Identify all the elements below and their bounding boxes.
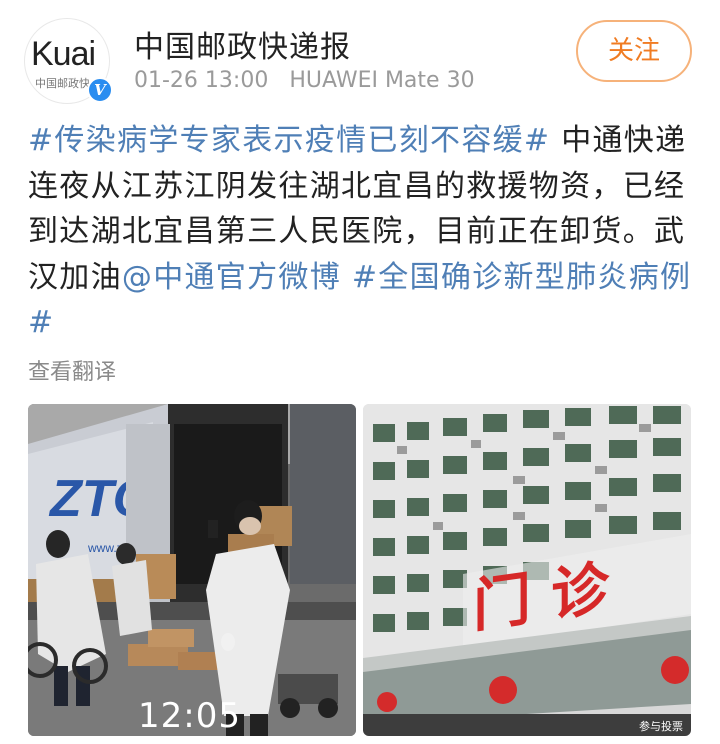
post-meta: 01-26 13:00 HUAWEI Mate 30 bbox=[134, 68, 489, 93]
post-device: HUAWEI Mate 30 bbox=[289, 68, 475, 93]
photo-hospital[interactable]: 门 诊 参与投票 bbox=[363, 404, 691, 736]
translate-button[interactable]: 查看翻译 bbox=[28, 354, 116, 386]
post-timestamp: 01-26 13:00 bbox=[134, 68, 269, 93]
follow-button[interactable]: 关注 bbox=[576, 20, 692, 82]
photo-time-overlay: 12:05 bbox=[138, 696, 241, 736]
post-header: Kuai 中国邮政快 V 中国邮政快递报 01-26 13:00 HUAWEI … bbox=[0, 0, 720, 112]
author-name[interactable]: 中国邮政快递报 bbox=[134, 22, 351, 66]
avatar[interactable]: Kuai 中国邮政快 V bbox=[24, 18, 113, 104]
post-body: #传染病学专家表示疫情已刻不容缓# 中通快递连夜从江苏江阴发往湖北宜昌的救援物资… bbox=[28, 118, 698, 346]
watermark-text: 参与投票 bbox=[639, 719, 683, 733]
photo-truck[interactable]: ZTO www.zto.com 12:05 bbox=[28, 404, 356, 736]
verified-badge-icon: V bbox=[87, 77, 113, 103]
avatar-logo: Kuai bbox=[31, 35, 96, 73]
avatar-subtitle: 中国邮政快 bbox=[35, 77, 90, 90]
truck-photo-image: ZTO www.zto.com bbox=[28, 404, 356, 736]
hashtag-link[interactable]: #传染病学专家表示疫情已刻不容缓# bbox=[28, 123, 550, 158]
post-space bbox=[341, 260, 352, 295]
mention-link[interactable]: @中通官方微博 bbox=[122, 260, 341, 295]
hospital-photo-image: 门 诊 参与投票 bbox=[363, 404, 691, 736]
